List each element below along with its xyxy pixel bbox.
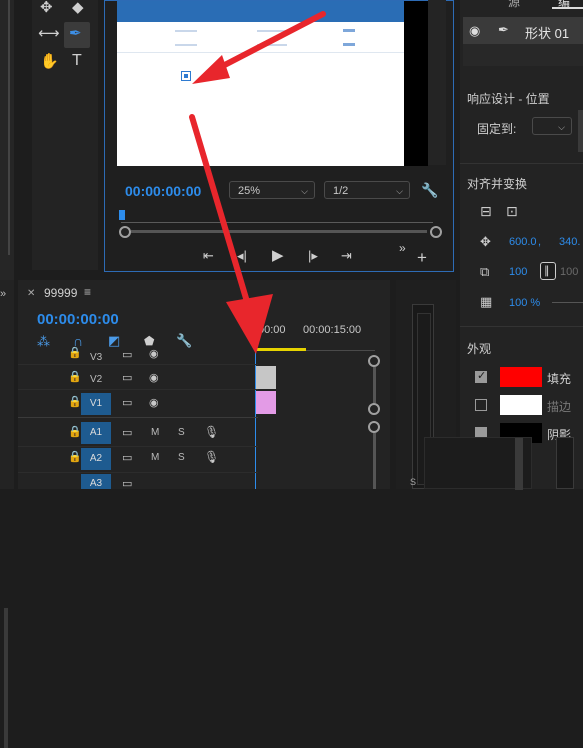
arrow-to-timeline-playhead <box>189 114 273 354</box>
panel-scrollbar[interactable] <box>4 608 8 748</box>
annotation-arrows <box>189 11 326 354</box>
arrow-to-shape <box>192 11 326 84</box>
